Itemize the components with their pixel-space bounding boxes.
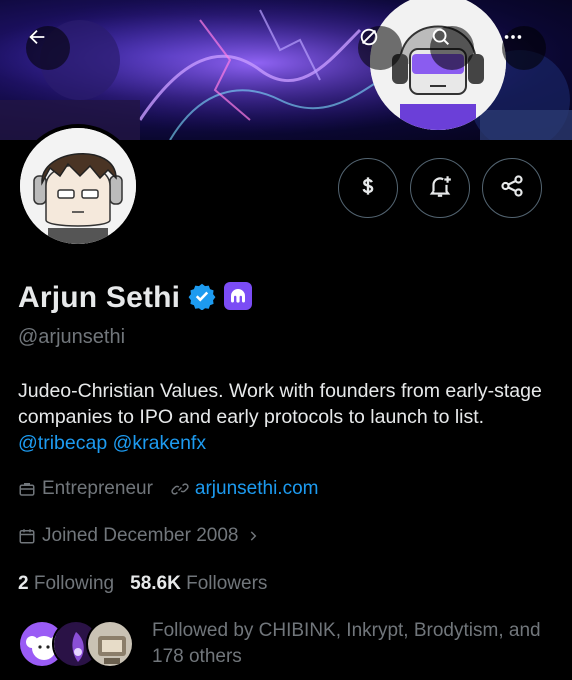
followers-label: Followers <box>186 573 268 594</box>
profile-avatar[interactable] <box>16 124 140 248</box>
profile-category: Entrepreneur <box>42 478 153 499</box>
briefcase-icon <box>18 480 36 498</box>
mention-link-krakenfx[interactable]: @krakenfx <box>113 432 207 454</box>
joined-date: Joined December 2008 <box>42 525 239 546</box>
following-stat[interactable]: 2 Following <box>18 573 114 595</box>
profile-name: Arjun Sethi <box>18 281 181 314</box>
avatar-image <box>20 128 136 244</box>
share-button[interactable] <box>482 158 542 218</box>
no-ads-button[interactable] <box>358 26 402 70</box>
link-icon <box>171 480 189 498</box>
notify-button[interactable] <box>410 158 470 218</box>
follow-stats: 2 Following 58.6K Followers <box>18 573 267 595</box>
profile-handle: @arjunsethi <box>18 326 126 348</box>
profile-name-row: Arjun Sethi <box>18 281 253 315</box>
joined-row[interactable]: Joined December 2008 <box>18 525 266 547</box>
calendar-icon <box>18 527 36 545</box>
search-button[interactable] <box>430 26 474 70</box>
chevron-right-icon <box>246 529 260 543</box>
follower-avatars <box>18 620 134 668</box>
profile-meta-row: Entrepreneur arjunsethi.com <box>18 478 318 500</box>
kraken-affiliate-badge-icon[interactable] <box>224 281 253 315</box>
more-button[interactable] <box>502 26 546 70</box>
followers-stat[interactable]: 58.6K Followers <box>130 573 267 595</box>
followed-by-text: Followed by CHIBINK, Inkrypt, Brodytism,… <box>152 620 541 667</box>
following-count: 2 <box>18 573 29 594</box>
followers-count: 58.6K <box>130 573 181 594</box>
dollar-icon <box>355 173 381 204</box>
follower-avatar <box>86 620 134 668</box>
share-icon <box>499 173 525 204</box>
tip-button[interactable] <box>338 158 398 218</box>
bio-text: Judeo-Christian Values. Work with founde… <box>18 380 542 428</box>
following-label: Following <box>33 573 115 594</box>
profile-website-link[interactable]: arjunsethi.com <box>195 478 319 500</box>
mention-link-tribecap[interactable]: @tribecap <box>18 432 107 454</box>
bell-plus-icon <box>427 173 453 204</box>
followed-by-row[interactable]: Followed by CHIBINK, Inkrypt, Brodytism,… <box>18 618 562 670</box>
verified-badge-icon[interactable] <box>188 282 216 315</box>
profile-banner[interactable] <box>0 0 572 140</box>
profile-bio: Judeo-Christian Values. Work with founde… <box>18 378 558 456</box>
back-button[interactable] <box>26 26 70 70</box>
